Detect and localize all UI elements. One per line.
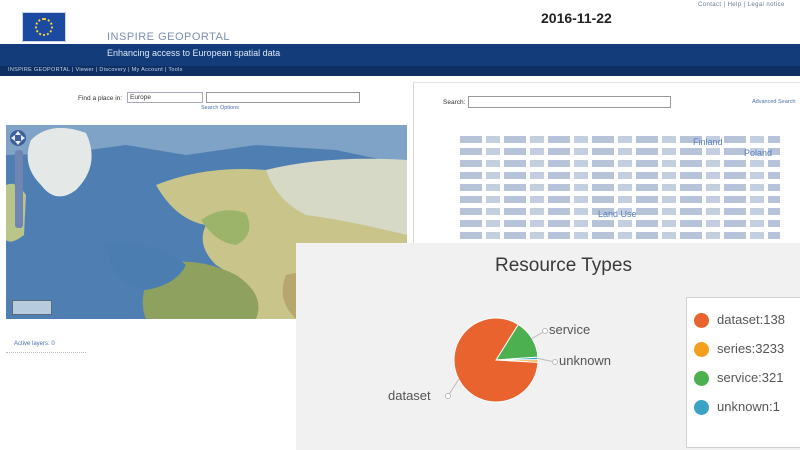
- legend-dot-dataset: [694, 313, 709, 329]
- eu-flag-logo: [22, 12, 66, 42]
- tagline: Enhancing access to European spatial dat…: [107, 48, 281, 58]
- pan-control-icon[interactable]: [9, 129, 27, 147]
- legend-dot-service: [694, 371, 709, 387]
- advanced-search-link[interactable]: Advanced Search: [752, 99, 795, 105]
- legend-dot-unknown: [694, 400, 709, 416]
- tag-poland[interactable]: Poland: [744, 148, 772, 158]
- pie-label-unknown: unknown: [559, 353, 612, 368]
- legend-label-unknown: unknown:1: [717, 399, 780, 414]
- metadata-search-input[interactable]: [468, 96, 671, 108]
- legend-label-series: series:3233: [717, 341, 785, 356]
- pie-chart: [445, 317, 558, 403]
- tag-finland[interactable]: Finland: [693, 137, 723, 147]
- zoom-slider[interactable]: [15, 150, 23, 228]
- active-layers-link[interactable]: Active layers: 0: [14, 341, 55, 347]
- pie-leader-dot-dataset: [445, 393, 451, 399]
- pie-leader-dot-unknown: [552, 359, 558, 365]
- map-footer-divider: [6, 352, 86, 357]
- pie-label-dataset: dataset: [388, 388, 431, 403]
- search-options-link[interactable]: Search Options: [201, 105, 239, 111]
- legend-label-service: service:321: [717, 370, 784, 385]
- legend-label-dataset: dataset:138: [717, 312, 785, 327]
- place-select[interactable]: Europe: [127, 92, 203, 103]
- nav-menu[interactable]: INSPIRE GEOPORTAL | Viewer | Discovery |…: [8, 67, 183, 73]
- legend-item-unknown: unknown:1: [694, 399, 780, 416]
- legend-dot-series: [694, 342, 709, 358]
- top-links[interactable]: Contact | Help | Legal notice: [698, 2, 785, 8]
- legend-item-service: service:321: [694, 370, 784, 387]
- tag-cloud[interactable]: [460, 136, 780, 246]
- tag-land-use[interactable]: Land Use: [598, 209, 637, 219]
- find-place-label: Find a place in:: [78, 95, 123, 102]
- date-stamp: 2016-11-22: [541, 10, 612, 26]
- scale-bar: [12, 300, 52, 315]
- legend-item-series: series:3233: [694, 341, 785, 358]
- pie-label-service: service: [549, 322, 591, 337]
- search-label: Search:: [443, 99, 466, 106]
- pie-leader-dot-service: [542, 328, 548, 334]
- place-search-input[interactable]: [206, 92, 360, 103]
- app-title: INSPIRE GEOPORTAL: [107, 31, 231, 43]
- legend-item-dataset: dataset:138: [694, 312, 785, 329]
